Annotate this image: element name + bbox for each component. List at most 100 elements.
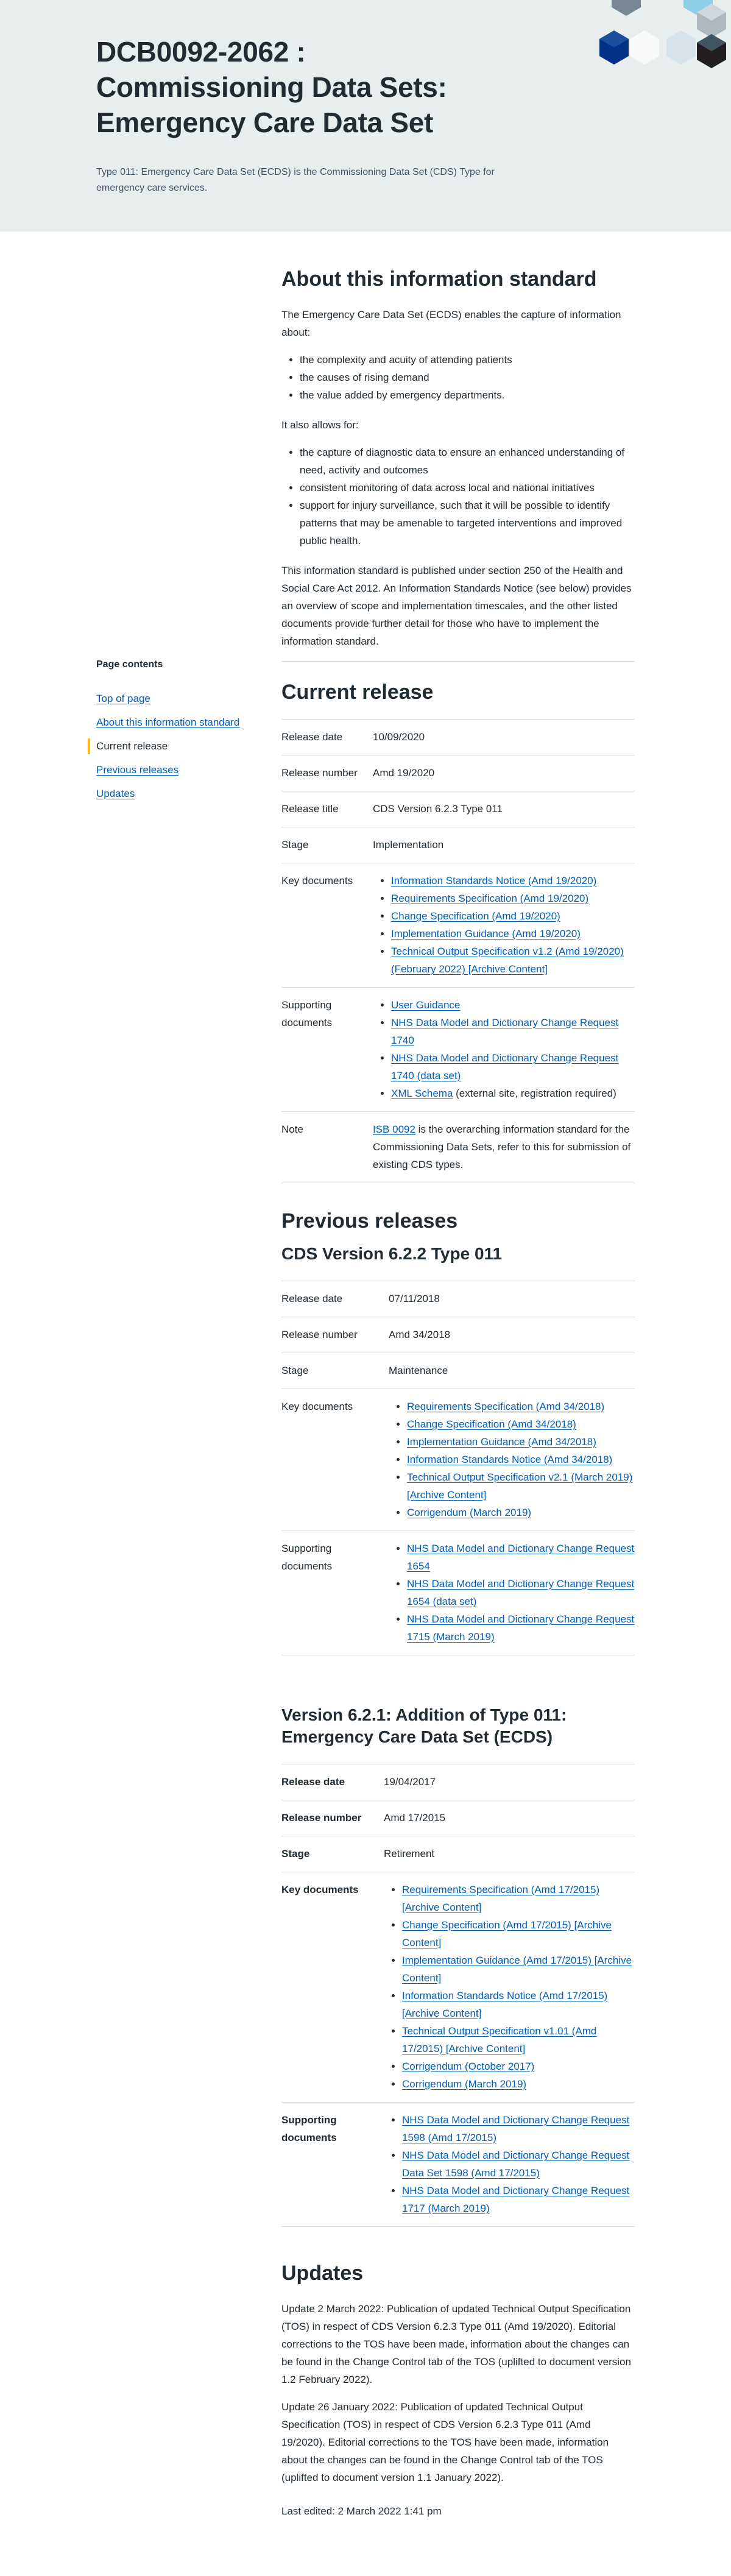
allows-list: the capture of diagnostic data to ensure… xyxy=(300,444,635,550)
nav-item-updates[interactable]: Updates xyxy=(96,786,242,802)
about-published: This information standard is published u… xyxy=(281,565,632,647)
page-title: DCB0092-2062 : Commissioning Data Sets: … xyxy=(96,36,447,138)
nav-item-previous-releases[interactable]: Previous releases xyxy=(96,762,242,778)
row-value: Retirement xyxy=(384,1848,435,1859)
updates-heading: Updates xyxy=(281,2262,364,2285)
doc-link[interactable]: Information Standards Notice (Amd 19/202… xyxy=(391,875,596,886)
table-row: Stage Implementation xyxy=(281,827,635,863)
row-label: Supporting documents xyxy=(281,999,333,1028)
nav-item-top-of-page[interactable]: Top of page xyxy=(96,691,242,707)
row-label: Release number xyxy=(281,1812,362,1824)
table-row: Stage Retirement xyxy=(281,1836,635,1872)
row-label: Stage xyxy=(281,1848,310,1859)
page-contents-nav: Page contents Top of page About this inf… xyxy=(88,659,242,810)
doc-link[interactable]: User Guidance xyxy=(391,999,460,1011)
about-allows: It also allows for: xyxy=(281,419,359,431)
previous-releases-heading: Previous releases xyxy=(281,1209,458,1233)
doc-link[interactable]: NHS Data Model and Dictionary Change Req… xyxy=(407,1543,634,1572)
table-row: Stage Maintenance xyxy=(281,1353,635,1389)
list-item: the causes of rising demand xyxy=(300,369,635,386)
doc-link[interactable]: NHS Data Model and Dictionary Change Req… xyxy=(407,1578,634,1607)
about-heading: About this information standard xyxy=(281,267,597,291)
update-item: Update 2 March 2022: Publication of upda… xyxy=(281,2303,631,2385)
row-label: Release number xyxy=(281,767,358,779)
table-row: Release date 10/09/2020 xyxy=(281,719,635,755)
row-value: 10/09/2020 xyxy=(373,731,425,743)
doc-link[interactable]: Change Specification (Amd 34/2018) xyxy=(407,1418,576,1430)
table-row: Release date 19/04/2017 xyxy=(281,1764,635,1800)
row-label: Note xyxy=(281,1123,303,1135)
doc-link[interactable]: Information Standards Notice (Amd 17/201… xyxy=(402,1990,607,2019)
row-value: Implementation xyxy=(373,839,444,851)
doc-link[interactable]: NHS Data Model and Dictionary Change Req… xyxy=(402,2114,629,2143)
about-section: About this information standard The Emer… xyxy=(281,266,635,650)
row-value: Amd 34/2018 xyxy=(389,1329,451,1340)
release-table-6-2-2: Release date 07/11/2018 Release number A… xyxy=(281,1281,635,1655)
doc-link[interactable]: Change Specification (Amd 17/2015) [Arch… xyxy=(402,1919,612,1948)
row-value: CDS Version 6.2.3 Type 011 xyxy=(373,803,503,815)
doc-link[interactable]: NHS Data Model and Dictionary Change Req… xyxy=(407,1613,634,1643)
row-value: Amd 17/2015 xyxy=(384,1812,446,1824)
doc-link[interactable]: NHS Data Model and Dictionary Change Req… xyxy=(402,2150,629,2179)
row-label: Release title xyxy=(281,803,339,815)
release-title: Version 6.2.1: Addition of Type 011: Eme… xyxy=(281,1705,567,1746)
doc-link[interactable]: NHS Data Model and Dictionary Change Req… xyxy=(391,1052,618,1081)
doc-link[interactable]: Technical Output Specification v1.01 (Am… xyxy=(402,2025,596,2054)
current-release-heading: Current release xyxy=(281,681,434,704)
current-release-table: Release date 10/09/2020 Release number A… xyxy=(281,719,635,1183)
about-list: the complexity and acuity of attending p… xyxy=(300,351,635,404)
row-value: Maintenance xyxy=(389,1365,448,1376)
table-row: Release date 07/11/2018 xyxy=(281,1281,635,1317)
decorative-hexagons xyxy=(599,0,726,68)
table-row: Release number Amd 17/2015 xyxy=(281,1800,635,1836)
row-label: Key documents xyxy=(281,875,353,886)
updates-section: Updates Update 2 March 2022: Publication… xyxy=(281,2260,635,2520)
row-label: Release date xyxy=(281,731,343,743)
page-contents-heading: Page contents xyxy=(96,659,163,670)
table-row: Release number Amd 34/2018 xyxy=(281,1317,635,1353)
row-value: 07/11/2018 xyxy=(389,1293,440,1304)
doc-link[interactable]: NHS Data Model and Dictionary Change Req… xyxy=(391,1017,618,1046)
doc-link[interactable]: Corrigendum (March 2019) xyxy=(402,2078,526,2090)
page-summary: Type 011: Emergency Care Data Set (ECDS)… xyxy=(96,167,495,193)
table-row: Supporting documents NHS Data Model and … xyxy=(281,1530,635,1655)
doc-link[interactable]: Corrigendum (October 2017) xyxy=(402,2061,534,2072)
doc-link[interactable]: Requirements Specification (Amd 19/2020) xyxy=(391,893,588,904)
doc-link[interactable]: Technical Output Specification v1.2 (Amd… xyxy=(391,946,624,975)
row-label: Stage xyxy=(281,1365,309,1376)
doc-link[interactable]: Implementation Guidance (Amd 34/2018) xyxy=(407,1436,596,1448)
page-header: DCB0092-2062 : Commissioning Data Sets: … xyxy=(0,0,731,232)
row-value: Amd 19/2020 xyxy=(373,767,435,779)
row-label: Release date xyxy=(281,1293,343,1304)
doc-link[interactable]: Implementation Guidance (Amd 19/2020) xyxy=(391,928,581,939)
xml-schema-link[interactable]: XML Schema xyxy=(391,1088,453,1099)
table-row: Key documents Requirements Specification… xyxy=(281,1389,635,1531)
table-row: Key documents Requirements Specification… xyxy=(281,1872,635,2103)
nav-item-about[interactable]: About this information standard xyxy=(96,715,242,731)
doc-link[interactable]: Requirements Specification (Amd 34/2018) xyxy=(407,1401,604,1412)
list-item: support for injury surveillance, such th… xyxy=(300,497,635,550)
release-title: CDS Version 6.2.2 Type 011 xyxy=(281,1244,503,1263)
doc-link[interactable]: Information Standards Notice (Amd 34/201… xyxy=(407,1454,612,1465)
list-item: consistent monitoring of data across loc… xyxy=(300,479,635,497)
row-label: Release date xyxy=(281,1776,345,1788)
row-label: Release number xyxy=(281,1329,358,1340)
table-row: Supporting documents NHS Data Model and … xyxy=(281,2102,635,2227)
doc-link[interactable]: NHS Data Model and Dictionary Change Req… xyxy=(402,2185,629,2214)
row-label: Key documents xyxy=(281,1401,353,1412)
doc-link[interactable]: Change Specification (Amd 19/2020) xyxy=(391,910,560,922)
table-row: Release number Amd 19/2020 xyxy=(281,755,635,791)
previous-releases-section: Previous releases CDS Version 6.2.2 Type… xyxy=(281,1208,635,2227)
doc-link[interactable]: Corrigendum (March 2019) xyxy=(407,1507,531,1518)
doc-link[interactable]: Technical Output Specification v2.1 (Mar… xyxy=(407,1471,632,1501)
list-item: the value added by emergency departments… xyxy=(300,386,635,404)
nav-item-current-release: Current release xyxy=(88,738,242,754)
current-release-section: Current release Release date 10/09/2020 … xyxy=(281,679,635,1183)
doc-link[interactable]: Requirements Specification (Amd 17/2015)… xyxy=(402,1884,599,1913)
last-edited: Last edited: 2 March 2022 1:41 pm xyxy=(281,2505,442,2517)
row-label: Supporting documents xyxy=(281,2114,337,2143)
doc-link[interactable]: Implementation Guidance (Amd 17/2015) [A… xyxy=(402,1955,632,1984)
row-label: Supporting documents xyxy=(281,1543,333,1572)
update-item: Update 26 January 2022: Publication of u… xyxy=(281,2401,609,2483)
isb-link[interactable]: ISB 0092 xyxy=(373,1123,415,1135)
